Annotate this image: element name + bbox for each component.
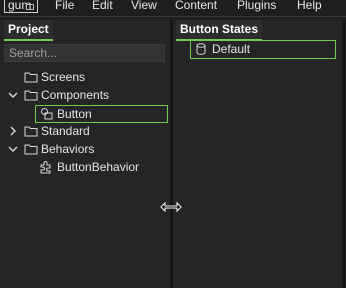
tab-project[interactable]: Project bbox=[4, 20, 53, 41]
menu-content[interactable]: Content bbox=[175, 0, 217, 13]
folder-icon bbox=[24, 126, 38, 137]
tree-item-behaviors[interactable]: Behaviors bbox=[0, 140, 170, 158]
search-input[interactable]: Search... bbox=[4, 44, 165, 62]
tree-item-buttonbehavior[interactable]: ButtonBehavior bbox=[0, 158, 170, 176]
app-logo: gum bbox=[4, 0, 38, 13]
menu-edit[interactable]: Edit bbox=[92, 0, 113, 13]
tree-item-label: Button bbox=[57, 107, 92, 121]
tab-button-states[interactable]: Button States bbox=[176, 20, 262, 41]
tree-item-button[interactable]: Button bbox=[35, 105, 168, 123]
tree-item-components[interactable]: Components bbox=[0, 86, 170, 104]
monitor-icon bbox=[26, 4, 34, 10]
folder-open-icon bbox=[24, 144, 38, 155]
tree-item-standard[interactable]: Standard bbox=[0, 122, 170, 140]
menu-view[interactable]: View bbox=[131, 0, 157, 13]
menu-help[interactable]: Help bbox=[297, 0, 322, 13]
menu-file[interactable]: File bbox=[55, 0, 74, 13]
component-icon bbox=[41, 108, 53, 120]
resize-horizontal-cursor-icon bbox=[160, 201, 182, 213]
tree-item-screens[interactable]: Screens bbox=[0, 68, 170, 86]
behavior-icon bbox=[40, 161, 51, 174]
chevron-right-icon[interactable] bbox=[8, 123, 18, 139]
state-item-label: Default bbox=[212, 42, 251, 56]
tree-item-label: Screens bbox=[41, 70, 86, 84]
menu-plugins[interactable]: Plugins bbox=[237, 0, 276, 13]
tree-item-label: ButtonBehavior bbox=[57, 160, 140, 174]
menu-bar: gum File Edit View Content Plugins Help bbox=[0, 0, 346, 17]
chevron-down-icon[interactable] bbox=[8, 141, 18, 157]
database-icon bbox=[196, 43, 206, 55]
tree-item-label: Behaviors bbox=[41, 142, 95, 156]
folder-icon bbox=[24, 72, 38, 83]
state-item-default[interactable]: Default bbox=[190, 40, 336, 59]
tree-item-label: Standard bbox=[41, 124, 90, 138]
folder-open-icon bbox=[24, 90, 38, 101]
tree-item-label: Components bbox=[41, 88, 110, 102]
project-panel: Project Search... Screens Components But… bbox=[0, 20, 170, 288]
chevron-down-icon[interactable] bbox=[8, 87, 18, 103]
states-panel: Button States Default bbox=[173, 20, 342, 288]
